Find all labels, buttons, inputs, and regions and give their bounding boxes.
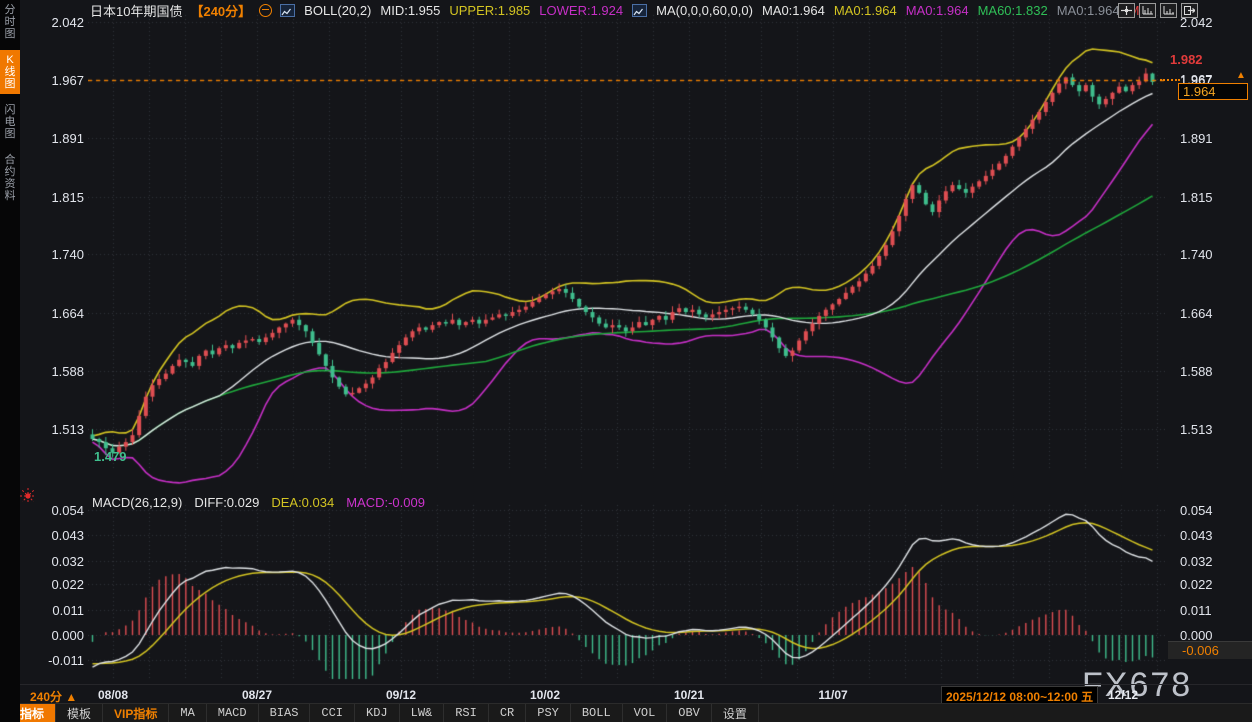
indicator-value: MA(0,0,0,60,0,0) bbox=[656, 3, 753, 18]
macd-last-value-box: -0.006 bbox=[1168, 641, 1252, 659]
sidebar-tab-分时图[interactable]: 分时图 bbox=[0, 0, 20, 44]
price-tick-left: 1.815 bbox=[24, 190, 84, 205]
toolbar-button-CR[interactable]: CR bbox=[489, 704, 526, 722]
price-tick-right: 1.815 bbox=[1180, 190, 1213, 205]
indicator-value: MA0:1.964 bbox=[834, 3, 897, 18]
toolbar-button-BOLL[interactable]: BOLL bbox=[571, 704, 623, 722]
price-tick-right: 1.891 bbox=[1180, 131, 1213, 146]
indicator-values: BOLL(20,2) MID:1.955 UPPER:1.985 LOWER:1.92… bbox=[280, 3, 1148, 18]
zoom-out-icon[interactable] bbox=[259, 4, 272, 17]
toolbar-button-KDJ[interactable]: KDJ bbox=[355, 704, 400, 722]
indicator-value: MA0:1.964 bbox=[1057, 3, 1120, 18]
macd-dea-value: DEA:0.034 bbox=[271, 495, 334, 510]
price-tick-left: 1.588 bbox=[24, 364, 84, 379]
alert-dash-extension bbox=[1160, 79, 1180, 81]
macd-header: MACD(26,12,9) DIFF:0.029 DEA:0.034 MACD:… bbox=[92, 495, 425, 510]
date-tick-09/12: 09/12 bbox=[371, 688, 431, 702]
macd-tick-right: 0.032 bbox=[1180, 554, 1213, 569]
toolbar-button-MA[interactable]: MA bbox=[169, 704, 206, 722]
indicator-marker-icon[interactable] bbox=[20, 488, 36, 509]
price-tick-left: 1.891 bbox=[24, 131, 84, 146]
chart-application: 分时图 K线图闪电图合约资料 日本10年期国债 【240分】 BOLL(20,2)… bbox=[0, 0, 1252, 722]
macd-value: MACD:-0.009 bbox=[346, 495, 425, 510]
sidebar-tab-合约资料[interactable]: 合约资料 bbox=[0, 150, 20, 206]
price-alert-arrow-icon[interactable]: ▲ bbox=[1236, 70, 1246, 81]
date-tick-10/21: 10/21 bbox=[659, 688, 719, 702]
macd-tick-left: 0.022 bbox=[24, 577, 84, 592]
macd-tick-left: -0.011 bbox=[24, 653, 84, 668]
indicator-value: MID:1.955 bbox=[380, 3, 440, 18]
toolbar-button-RSI[interactable]: RSI bbox=[444, 704, 489, 722]
indicator-value: UPPER:1.985 bbox=[449, 3, 530, 18]
session-low-label: 1.479 bbox=[94, 449, 127, 464]
price-tick-right: 1.588 bbox=[1180, 364, 1213, 379]
axis-zoom-out-icon[interactable] bbox=[1160, 3, 1177, 18]
price-tick-left: 1.967 bbox=[24, 73, 84, 88]
last-price-box: 1.964 bbox=[1178, 83, 1248, 100]
toolbar-button-设置[interactable]: 设置 bbox=[712, 704, 759, 722]
toolbar-button-VOL[interactable]: VOL bbox=[623, 704, 668, 722]
macd-tick-left: 0.000 bbox=[24, 628, 84, 643]
toolbar-button-VIP指标[interactable]: VIP指标 bbox=[103, 704, 169, 722]
session-high-label: 1.982 bbox=[1170, 52, 1203, 67]
toolbar-button-模板[interactable]: 模板 bbox=[56, 704, 103, 722]
macd-tick-left: 0.032 bbox=[24, 554, 84, 569]
toolbar-button-LW&[interactable]: LW& bbox=[400, 704, 445, 722]
toolbar-button-CCI[interactable]: CCI bbox=[310, 704, 355, 722]
macd-tick-right: 0.054 bbox=[1180, 503, 1213, 518]
mini-chart-icon[interactable] bbox=[280, 4, 295, 17]
indicator-value: BOLL(20,2) bbox=[304, 3, 371, 18]
exit-fullscreen-icon[interactable] bbox=[1181, 3, 1198, 18]
price-tick-right: 1.740 bbox=[1180, 247, 1213, 262]
sidebar-tab-K线图[interactable]: K线图 bbox=[0, 50, 20, 94]
date-tick-08/08: 08/08 bbox=[83, 688, 143, 702]
toolbar-button-OBV[interactable]: OBV bbox=[667, 704, 712, 722]
price-tick-left: 1.664 bbox=[24, 306, 84, 321]
toolbar-button-PSY[interactable]: PSY bbox=[526, 704, 571, 722]
interval-badge[interactable]: 【240分】 bbox=[190, 1, 251, 20]
price-tick-left: 1.740 bbox=[24, 247, 84, 262]
sidebar-tab-闪电图[interactable]: 闪电图 bbox=[0, 100, 20, 144]
price-tick-right: 1.664 bbox=[1180, 306, 1213, 321]
date-tick-08/27: 08/27 bbox=[227, 688, 287, 702]
indicator-value: MA0:1.964 bbox=[762, 3, 825, 18]
price-tick-right: 1.513 bbox=[1180, 422, 1213, 437]
macd-tick-right: 0.022 bbox=[1180, 577, 1213, 592]
indicator-value: MA0:1.964 bbox=[906, 3, 969, 18]
indicator-value: LOWER:1.924 bbox=[539, 3, 623, 18]
time-axis: 240分 ▲ 08/0808/2709/1210/0210/2111/07 20… bbox=[0, 684, 1252, 704]
date-tick-10/02: 10/02 bbox=[515, 688, 575, 702]
price-tick-left: 2.042 bbox=[24, 15, 84, 30]
macd-tick-right: 0.043 bbox=[1180, 528, 1213, 543]
macd-tick-left: 0.043 bbox=[24, 528, 84, 543]
toolbar-button-MACD[interactable]: MACD bbox=[207, 704, 259, 722]
macd-tick-left: 0.011 bbox=[24, 603, 84, 618]
price-tick-left: 1.513 bbox=[24, 422, 84, 437]
candlestick-macd-canvas[interactable] bbox=[88, 0, 1165, 684]
axis-zoom-in-icon[interactable] bbox=[1139, 3, 1156, 18]
symbol-title: 日本10年期国债 bbox=[90, 1, 182, 20]
toolbar-button-BIAS[interactable]: BIAS bbox=[259, 704, 311, 722]
date-tick-11/07: 11/07 bbox=[803, 688, 863, 702]
macd-diff-value: DIFF:0.029 bbox=[194, 495, 259, 510]
indicator-toolbar: 指标模板VIP指标MAMACDBIASCCIKDJLW&RSICRPSYBOLL… bbox=[0, 703, 1252, 722]
macd-tick-right: 0.011 bbox=[1180, 603, 1212, 618]
window-control-icons bbox=[1118, 3, 1198, 18]
mini-chart-icon[interactable] bbox=[632, 4, 647, 17]
crosshair-move-icon[interactable] bbox=[1118, 3, 1135, 18]
last-date-label: 12/12 bbox=[1108, 688, 1138, 702]
macd-title[interactable]: MACD(26,12,9) bbox=[92, 495, 182, 510]
indicator-value: MA60:1.832 bbox=[978, 3, 1048, 18]
chart-header: 日本10年期国债 【240分】 BOLL(20,2) MID:1.955 UPPER… bbox=[90, 2, 1148, 18]
left-sidebar: 分时图 K线图闪电图合约资料 bbox=[0, 0, 20, 722]
